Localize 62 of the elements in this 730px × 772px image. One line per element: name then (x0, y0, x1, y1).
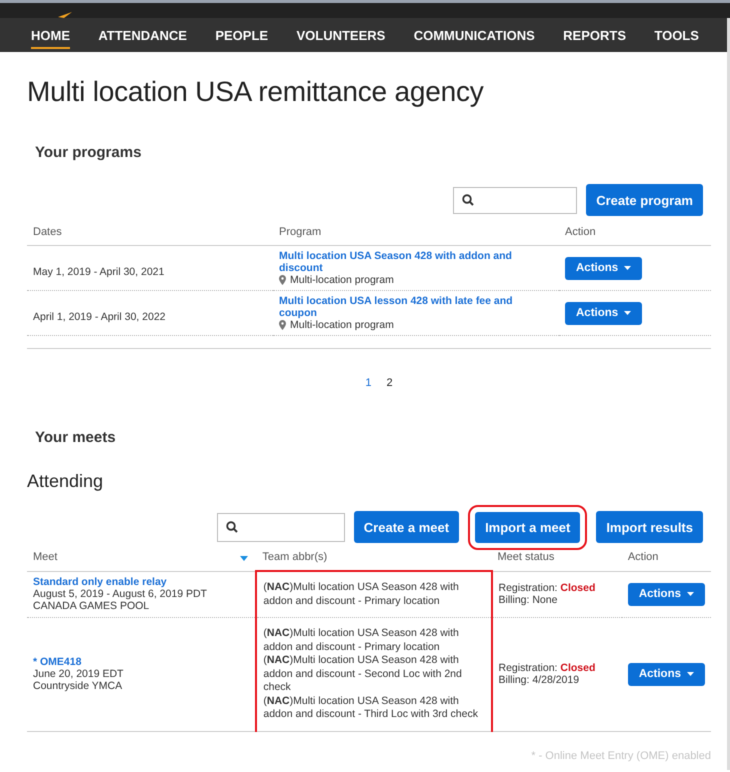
nav-tab[interactable]: TOOLS (654, 22, 699, 48)
team-entry: (NAC)Multi location USA Season 428 with addon and discount - Primary location (263, 581, 460, 608)
page-link[interactable]: 2 (386, 377, 393, 389)
registration-label: Registration: (498, 582, 558, 594)
caret-icon (624, 311, 632, 315)
actions-dropdown[interactable]: Actions (628, 662, 705, 686)
team-entry: (NAC)Multi location USA Season 428 with addon and discount - Primary location (263, 627, 460, 654)
meet-action-button[interactable]: Create a meet (354, 511, 460, 543)
nav-tab[interactable]: ATTENDANCE (98, 22, 187, 48)
location-pin-icon (279, 275, 286, 285)
column-header: Action (622, 551, 711, 571)
meet-venue: CANADA GAMES POOL (33, 600, 150, 612)
location-pin-icon (279, 320, 286, 330)
registration-status: Closed (560, 582, 596, 594)
section-heading: Your meets (34, 429, 117, 446)
caret-icon (687, 672, 694, 676)
create-program-button[interactable]: Create program (586, 184, 703, 216)
date-range: May 1, 2019 - April 30, 2021 (33, 266, 164, 278)
search-icon (462, 194, 474, 206)
search-icon (226, 521, 238, 533)
meet-venue: Countryside YMCA (33, 680, 124, 692)
caret-icon (687, 592, 694, 596)
page-link[interactable]: 1 (365, 377, 372, 389)
footnote: * - Online Meet Entry (OME) enabled (530, 748, 711, 762)
program-type: Multi-location program (290, 319, 394, 331)
program-link[interactable]: Multi location USA lesson 428 with late fee and coupon (279, 295, 553, 319)
column-header: Meet status (492, 551, 622, 571)
date-range: April 1, 2019 - April 30, 2022 (33, 311, 166, 323)
nav-tab[interactable]: HOME (31, 22, 70, 48)
registration-label: Registration: (498, 662, 558, 674)
meet-action-button[interactable]: Import results (596, 511, 703, 543)
meet-date: June 20, 2019 EDT (33, 668, 124, 680)
column-header: Team abbr(s) (256, 551, 492, 571)
nav-tab[interactable]: COMMUNICATIONS (414, 22, 535, 48)
program-type: Multi-location program (290, 274, 394, 286)
meet-link[interactable]: * OME418 (33, 656, 250, 668)
section-subheading: Attending (27, 471, 104, 492)
actions-dropdown[interactable]: Actions (628, 582, 705, 606)
column-header: Program (273, 226, 559, 246)
team-entry: (NAC)Multi location USA Season 428 with addon and discount - Third Loc with 3rd check (263, 694, 479, 722)
caret-icon (624, 266, 632, 270)
column-header: Dates (27, 226, 273, 246)
program-link[interactable]: Multi location USA Season 428 with addon and discount (279, 250, 553, 274)
column-header: Action (559, 226, 711, 246)
section-heading: Your programs (34, 144, 142, 161)
billing-status: Billing: None (498, 594, 558, 606)
search-field[interactable] (216, 512, 345, 542)
search-field[interactable] (453, 186, 578, 214)
team-entry: (NAC)Multi location USA Season 428 with addon and discount - Second Loc with 2nd check (263, 654, 463, 694)
nav-tab[interactable]: REPORTS (563, 22, 626, 48)
column-header: Meet (33, 551, 58, 564)
registration-status: Closed (560, 662, 596, 674)
meet-action-button[interactable]: Import a meet (475, 512, 580, 542)
actions-dropdown[interactable]: Actions (565, 302, 642, 324)
meet-date: August 5, 2019 - August 6, 2019 PDT (33, 588, 208, 600)
meet-link[interactable]: Standard only enable relay (33, 576, 250, 588)
actions-dropdown[interactable]: Actions (565, 256, 642, 280)
nav-tab[interactable]: VOLUNTEERS (296, 22, 386, 48)
sort-icon[interactable] (240, 556, 248, 561)
page-title: Multi location USA remittance agency (27, 75, 485, 108)
nav-tab[interactable]: PEOPLE (215, 22, 268, 48)
billing-status: Billing: 4/28/2019 (498, 674, 580, 686)
